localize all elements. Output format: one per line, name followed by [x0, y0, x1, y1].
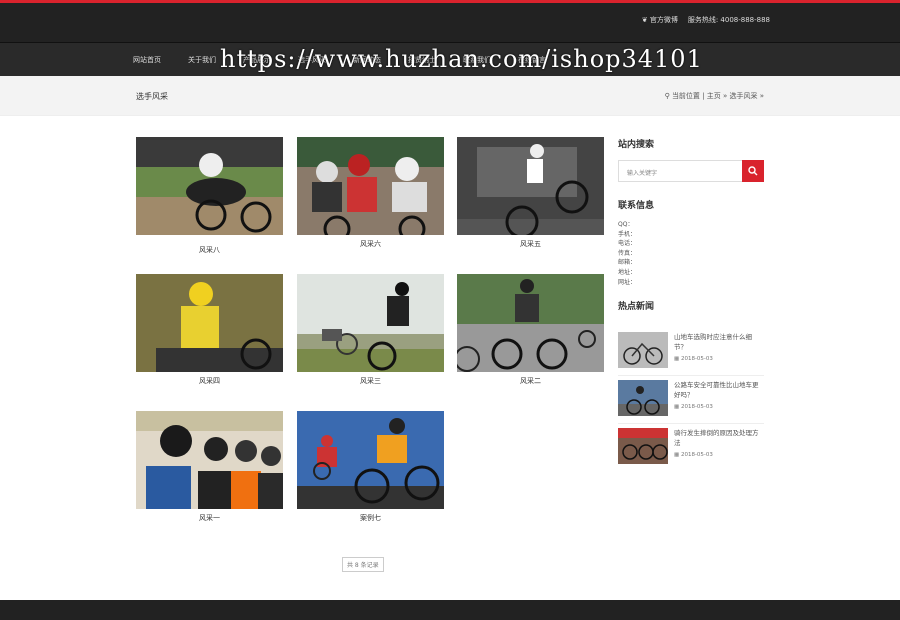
- gallery-caption[interactable]: 风采六: [297, 239, 444, 249]
- weibo-link[interactable]: ❦ 官方微博: [642, 15, 678, 25]
- calendar-icon: ▦: [674, 356, 680, 363]
- gallery-image[interactable]: [136, 411, 283, 509]
- gallery-image[interactable]: [457, 274, 604, 372]
- news-date: 2018-05-03: [680, 452, 713, 459]
- location-pin-icon: ⚲: [664, 92, 670, 100]
- news-item[interactable]: 公路车安全可靠性比山地车更好吗？ ▦ 2018-05-03: [618, 376, 764, 425]
- news-thumb[interactable]: [618, 380, 668, 417]
- gallery-caption[interactable]: 风采五: [457, 239, 604, 249]
- contact-list: QQ： 手机： 电话： 传真： 邮箱： 地址： 网址：: [618, 220, 764, 287]
- search-title: 站内搜索: [618, 140, 655, 150]
- gallery-caption[interactable]: 风采一: [136, 513, 283, 523]
- nav-item-home[interactable]: 网站首页: [133, 55, 161, 65]
- contact-website: 网址：: [618, 278, 637, 286]
- contact-phone: 电话：: [618, 240, 637, 248]
- news-thumb[interactable]: [618, 428, 668, 465]
- contact-title: 联系信息: [618, 201, 655, 211]
- search-button[interactable]: [742, 160, 764, 182]
- pagination-info: 共 8 条记录: [342, 557, 384, 572]
- gallery-card[interactable]: 风采八: [136, 137, 283, 255]
- hotline-text: 服务热线: 4008-888-888: [687, 16, 770, 24]
- gallery-image[interactable]: [297, 137, 444, 235]
- gallery-card[interactable]: 风采一: [136, 411, 283, 523]
- contact-email: 邮箱：: [618, 259, 637, 267]
- main-content: 风采八 风采六 风采五 风采四 风采三 风采二 风采一 案例七 共 8 条记录 …: [0, 116, 900, 600]
- gallery-image[interactable]: [297, 411, 444, 509]
- contact-address: 地址：: [618, 268, 637, 276]
- search-input[interactable]: 输入关键字: [618, 160, 742, 182]
- gallery-card[interactable]: 风采四: [136, 274, 283, 386]
- gallery-image[interactable]: [297, 274, 444, 372]
- hot-news-title: 热点新闻: [618, 302, 655, 313]
- weibo-label: 官方微博: [649, 16, 678, 24]
- watermark-text: https://www.huzhan.com/ishop34101: [220, 45, 703, 73]
- breadcrumb: ⚲ 当前位置 | 主页 » 选手风采 »: [664, 92, 764, 100]
- news-title[interactable]: 山地车选购时应注意什么细节？: [674, 332, 764, 352]
- gallery-caption[interactable]: 风采四: [136, 376, 283, 386]
- contact-qq: QQ：: [618, 221, 634, 228]
- gallery-card[interactable]: 风采五: [457, 137, 604, 249]
- gallery-caption[interactable]: 案例七: [297, 513, 444, 523]
- top-info: ❦ 官方微博 服务热线: 4008-888-888: [642, 15, 770, 25]
- search-icon: [748, 166, 758, 176]
- gallery-card[interactable]: 风采六: [297, 137, 444, 249]
- gallery-image[interactable]: [136, 137, 283, 235]
- news-title[interactable]: 骑行发生摔倒的原因及处理方法: [674, 428, 764, 448]
- calendar-icon: ▦: [674, 452, 680, 459]
- gallery-caption[interactable]: 风采八: [136, 245, 283, 255]
- footer: [0, 600, 900, 620]
- top-bar: ❦ 官方微博 服务热线: 4008-888-888: [0, 0, 900, 42]
- gallery-caption[interactable]: 风采二: [457, 376, 604, 386]
- main-nav: 网站首页 关于我们 产品展示 选手风采 新闻动态 招贤纳士 联系我们 在线留言 …: [0, 42, 900, 76]
- news-date: 2018-05-03: [680, 356, 713, 363]
- search-form: 输入关键字: [618, 160, 764, 182]
- sidebar: 站内搜索 输入关键字 联系信息 QQ： 手机： 电话： 传真： 邮箱： 地址： …: [618, 137, 764, 472]
- gallery-image[interactable]: [136, 274, 283, 372]
- gallery-card[interactable]: 风采三: [297, 274, 444, 386]
- nav-item-about[interactable]: 关于我们: [188, 55, 216, 65]
- calendar-icon: ▦: [674, 404, 680, 411]
- gallery-image[interactable]: [457, 137, 604, 235]
- gallery-card[interactable]: 风采二: [457, 274, 604, 386]
- news-item[interactable]: 山地车选购时应注意什么细节？ ▦ 2018-05-03: [618, 328, 764, 377]
- gallery-card[interactable]: 案例七: [297, 411, 444, 523]
- page-title: 选手风采: [136, 92, 168, 101]
- contact-mobile: 手机：: [618, 230, 637, 238]
- news-item[interactable]: 骑行发生摔倒的原因及处理方法 ▦ 2018-05-03: [618, 424, 764, 472]
- news-thumb[interactable]: [618, 332, 668, 369]
- breadcrumb-links[interactable]: 主页 » 选手风采 »: [707, 92, 764, 100]
- news-date: 2018-05-03: [680, 404, 713, 411]
- page-title-bar: 选手风采 ⚲ 当前位置 | 主页 » 选手风采 »: [0, 76, 900, 116]
- news-title[interactable]: 公路车安全可靠性比山地车更好吗？: [674, 380, 764, 400]
- gallery-caption[interactable]: 风采三: [297, 376, 444, 386]
- contact-fax: 传真：: [618, 249, 637, 257]
- location-label: 当前位置: [671, 92, 700, 100]
